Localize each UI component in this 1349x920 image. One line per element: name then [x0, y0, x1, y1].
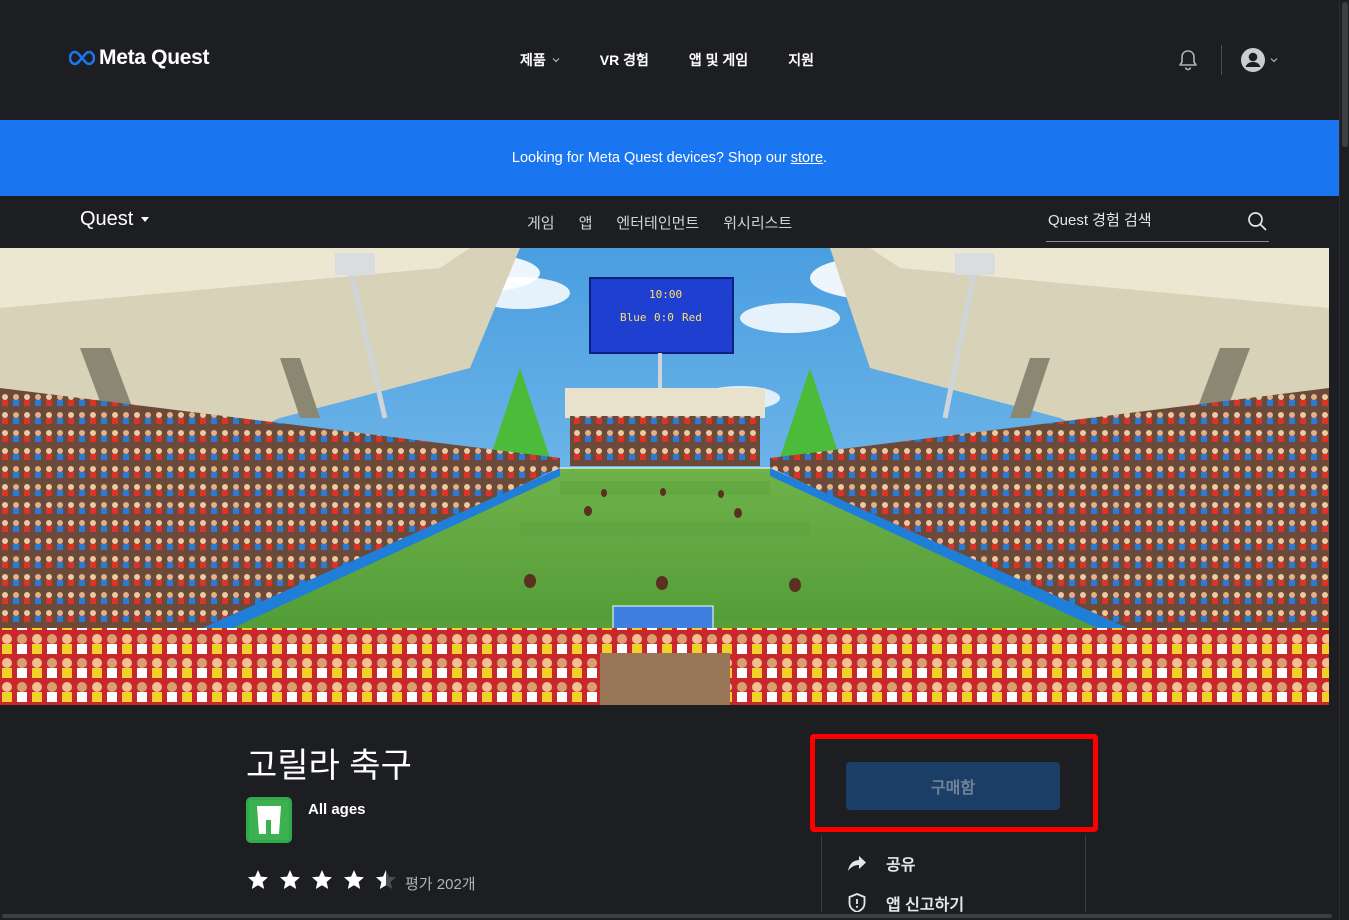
star-full-icon	[280, 870, 300, 889]
header-divider	[1221, 45, 1222, 75]
scoreboard: 10:00 Blue 0:0 Red	[590, 278, 733, 353]
tab-games[interactable]: 게임	[527, 212, 555, 233]
share-icon	[848, 856, 866, 871]
banner-suffix: .	[823, 150, 828, 166]
nav-vr-experience-label: VR 경험	[599, 52, 649, 68]
brand-name: Meta Quest	[99, 46, 210, 69]
nav-support-label: 지원	[788, 52, 814, 68]
store-tabs: 게임 앱 엔터테인먼트 위시리스트	[527, 212, 792, 233]
product-details	[0, 705, 1339, 920]
star-full-icon	[344, 870, 364, 889]
promo-banner: Looking for Meta Quest devices? Shop our…	[0, 120, 1339, 196]
tab-wishlist[interactable]: 위시리스트	[723, 212, 792, 233]
horizontal-scrollbar[interactable]	[0, 912, 1339, 920]
scoreboard-away: Red	[682, 311, 702, 324]
bell-icon[interactable]	[1177, 48, 1199, 72]
hero-screenshot[interactable]: 10:00 Blue 0:0 Red	[0, 248, 1329, 705]
account-menu[interactable]	[1240, 47, 1278, 73]
star-rating	[246, 868, 398, 892]
purchased-button[interactable]: 구매함	[846, 762, 1060, 810]
side-panel-border-right	[1085, 835, 1086, 920]
store-link[interactable]: store	[791, 150, 823, 166]
tab-entertainment[interactable]: 엔터테인먼트	[616, 212, 699, 233]
search-box	[1046, 202, 1269, 242]
horizontal-scrollbar-thumb[interactable]	[2, 914, 1332, 918]
quest-menu-label: Quest	[80, 208, 134, 230]
nav-apps-games[interactable]: 앱 및 게임	[689, 50, 748, 70]
nav-products-label: 제품	[520, 52, 546, 68]
chevron-down-icon	[552, 58, 560, 63]
avatar-icon	[1241, 48, 1265, 72]
age-rating-label: All ages	[308, 801, 366, 818]
global-header: Meta Quest 제품 VR 경험 앱 및 게임 지원	[0, 0, 1339, 120]
nav-products[interactable]: 제품	[520, 50, 560, 70]
quest-device-menu[interactable]: Quest	[80, 208, 150, 231]
banner-text: Looking for Meta Quest devices? Shop our	[511, 150, 787, 166]
meta-infinity-icon	[69, 50, 95, 66]
star-full-icon	[312, 870, 332, 889]
tab-apps[interactable]: 앱	[579, 212, 593, 233]
rating-count[interactable]: 평가 202개	[405, 873, 476, 894]
product-title: 고릴라 축구	[246, 747, 412, 785]
nav-apps-games-label: 앱 및 게임	[688, 52, 749, 68]
scoreboard-score: 0:0	[654, 311, 674, 324]
vertical-scrollbar[interactable]	[1339, 0, 1349, 920]
share-label: 공유	[886, 857, 916, 874]
main-nav: 제품 VR 경험 앱 및 게임 지원	[520, 50, 814, 70]
share-button[interactable]: 공유	[846, 851, 915, 875]
scoreboard-time: 10:00	[649, 288, 683, 301]
side-panel-border-left	[821, 835, 822, 920]
chevron-down-icon	[1270, 58, 1278, 63]
search-input[interactable]	[1048, 212, 1238, 229]
scoreboard-home: Blue	[620, 311, 647, 324]
star-half-icon	[376, 870, 396, 889]
scrollbar-thumb[interactable]	[1342, 2, 1348, 147]
caret-down-icon	[141, 217, 150, 222]
age-rating-icon	[249, 800, 289, 840]
search-icon[interactable]	[1247, 211, 1267, 231]
shield-icon	[848, 893, 866, 913]
meta-quest-logo[interactable]: Meta Quest	[69, 46, 210, 70]
nav-vr-experience[interactable]: VR 경험	[600, 50, 649, 70]
star-full-icon	[248, 870, 268, 889]
age-rating-badge	[246, 797, 292, 843]
nav-support[interactable]: 지원	[788, 50, 814, 70]
